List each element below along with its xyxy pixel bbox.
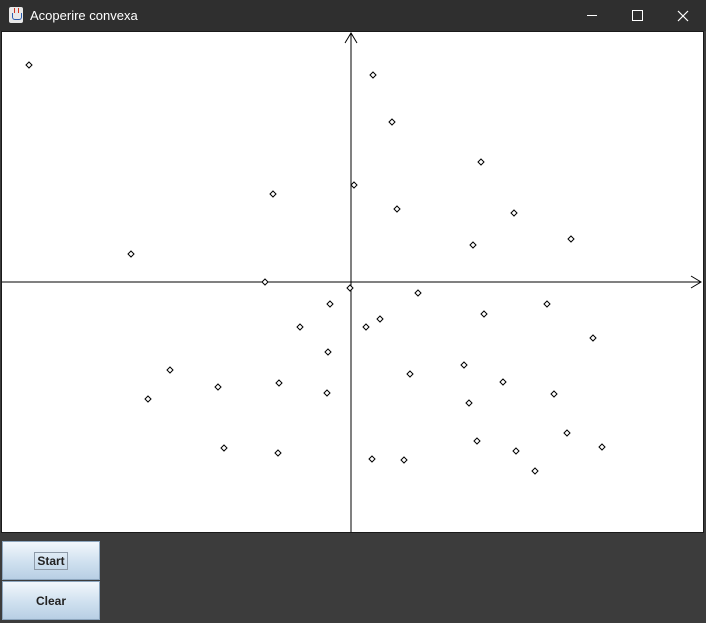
point <box>323 389 331 397</box>
point <box>400 456 408 464</box>
point <box>274 449 282 457</box>
point <box>166 366 174 374</box>
points-layer <box>25 61 606 475</box>
point <box>144 395 152 403</box>
point <box>25 61 33 69</box>
start-button[interactable]: Start <box>2 541 100 580</box>
point <box>324 348 332 356</box>
point <box>414 289 422 297</box>
clear-button[interactable]: Clear <box>2 581 100 620</box>
point <box>567 235 575 243</box>
drawing-canvas[interactable] <box>1 31 704 533</box>
point <box>406 370 414 378</box>
button-panel <box>0 533 706 623</box>
axes <box>2 32 702 532</box>
point <box>376 315 384 323</box>
point <box>388 118 396 126</box>
point <box>460 361 468 369</box>
point <box>589 334 597 342</box>
start-label: Start <box>34 551 68 570</box>
point <box>550 390 558 398</box>
maximize-icon <box>631 10 643 21</box>
point <box>369 71 377 79</box>
clear-label: Clear <box>35 593 67 608</box>
point <box>214 383 222 391</box>
point <box>296 323 304 331</box>
point <box>127 250 135 258</box>
point <box>510 209 518 217</box>
point <box>326 300 334 308</box>
point <box>543 300 551 308</box>
title-bar: Acoperire convexa <box>0 0 706 31</box>
point <box>480 310 488 318</box>
point <box>393 205 401 213</box>
point <box>598 443 606 451</box>
point <box>499 378 507 386</box>
java-cup-icon <box>9 7 23 23</box>
maximize-button[interactable] <box>614 0 660 31</box>
point <box>261 278 269 286</box>
point <box>368 455 376 463</box>
close-icon <box>677 10 689 21</box>
point <box>563 429 571 437</box>
close-button[interactable] <box>660 0 706 31</box>
point <box>350 181 358 189</box>
point <box>346 284 354 292</box>
plot-area <box>2 32 702 532</box>
point <box>362 323 370 331</box>
point <box>531 467 539 475</box>
point <box>220 444 228 452</box>
point <box>512 447 520 455</box>
point <box>465 399 473 407</box>
point <box>275 379 283 387</box>
minimize-button[interactable] <box>569 0 615 31</box>
point <box>269 190 277 198</box>
point <box>469 241 477 249</box>
point <box>473 437 481 445</box>
minimize-icon <box>587 15 597 16</box>
window-title: Acoperire convexa <box>30 8 138 23</box>
point <box>477 158 485 166</box>
